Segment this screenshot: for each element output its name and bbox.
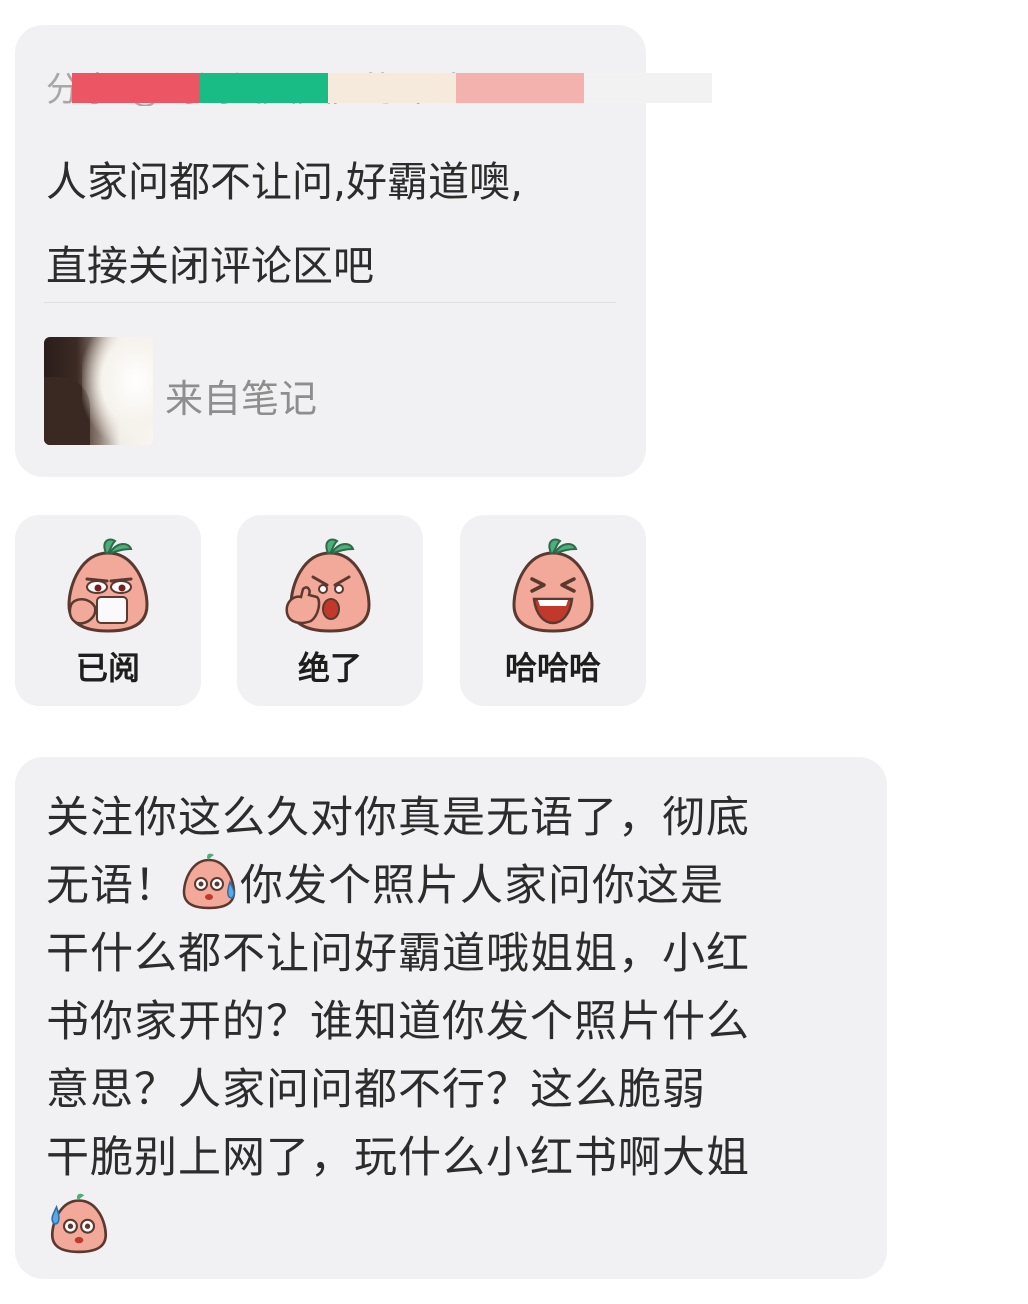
reaction-label: 绝了 <box>297 649 362 687</box>
reaction-haha-button[interactable]: 哈哈哈 <box>460 515 646 706</box>
comment-text: 关注你这么久对你真是无语了，彻底 无语！ 你发个照片人家问你这是 干什么都不让问… <box>46 784 866 1264</box>
peach-sweat-icon <box>182 853 236 910</box>
source-label[interactable]: 来自笔记 <box>165 368 317 423</box>
peach-laughing-icon <box>512 538 594 633</box>
reaction-read-button[interactable]: 已阅 <box>15 515 201 706</box>
reaction-awesome-button[interactable]: 绝了 <box>237 515 423 706</box>
peach-thumbs-up-icon <box>285 538 371 633</box>
redaction-bar <box>72 73 712 103</box>
shared-comment-text: 人家问都不让问,好霸道噢, 直接关闭评论区吧 <box>46 158 524 290</box>
reaction-label: 已阅 <box>75 649 140 687</box>
note-thumbnail[interactable] <box>44 337 153 445</box>
divider <box>44 302 616 303</box>
peach-reading-phone-icon <box>67 538 149 633</box>
reaction-label: 哈哈哈 <box>504 649 601 687</box>
peach-sweat-icon <box>50 1193 108 1254</box>
